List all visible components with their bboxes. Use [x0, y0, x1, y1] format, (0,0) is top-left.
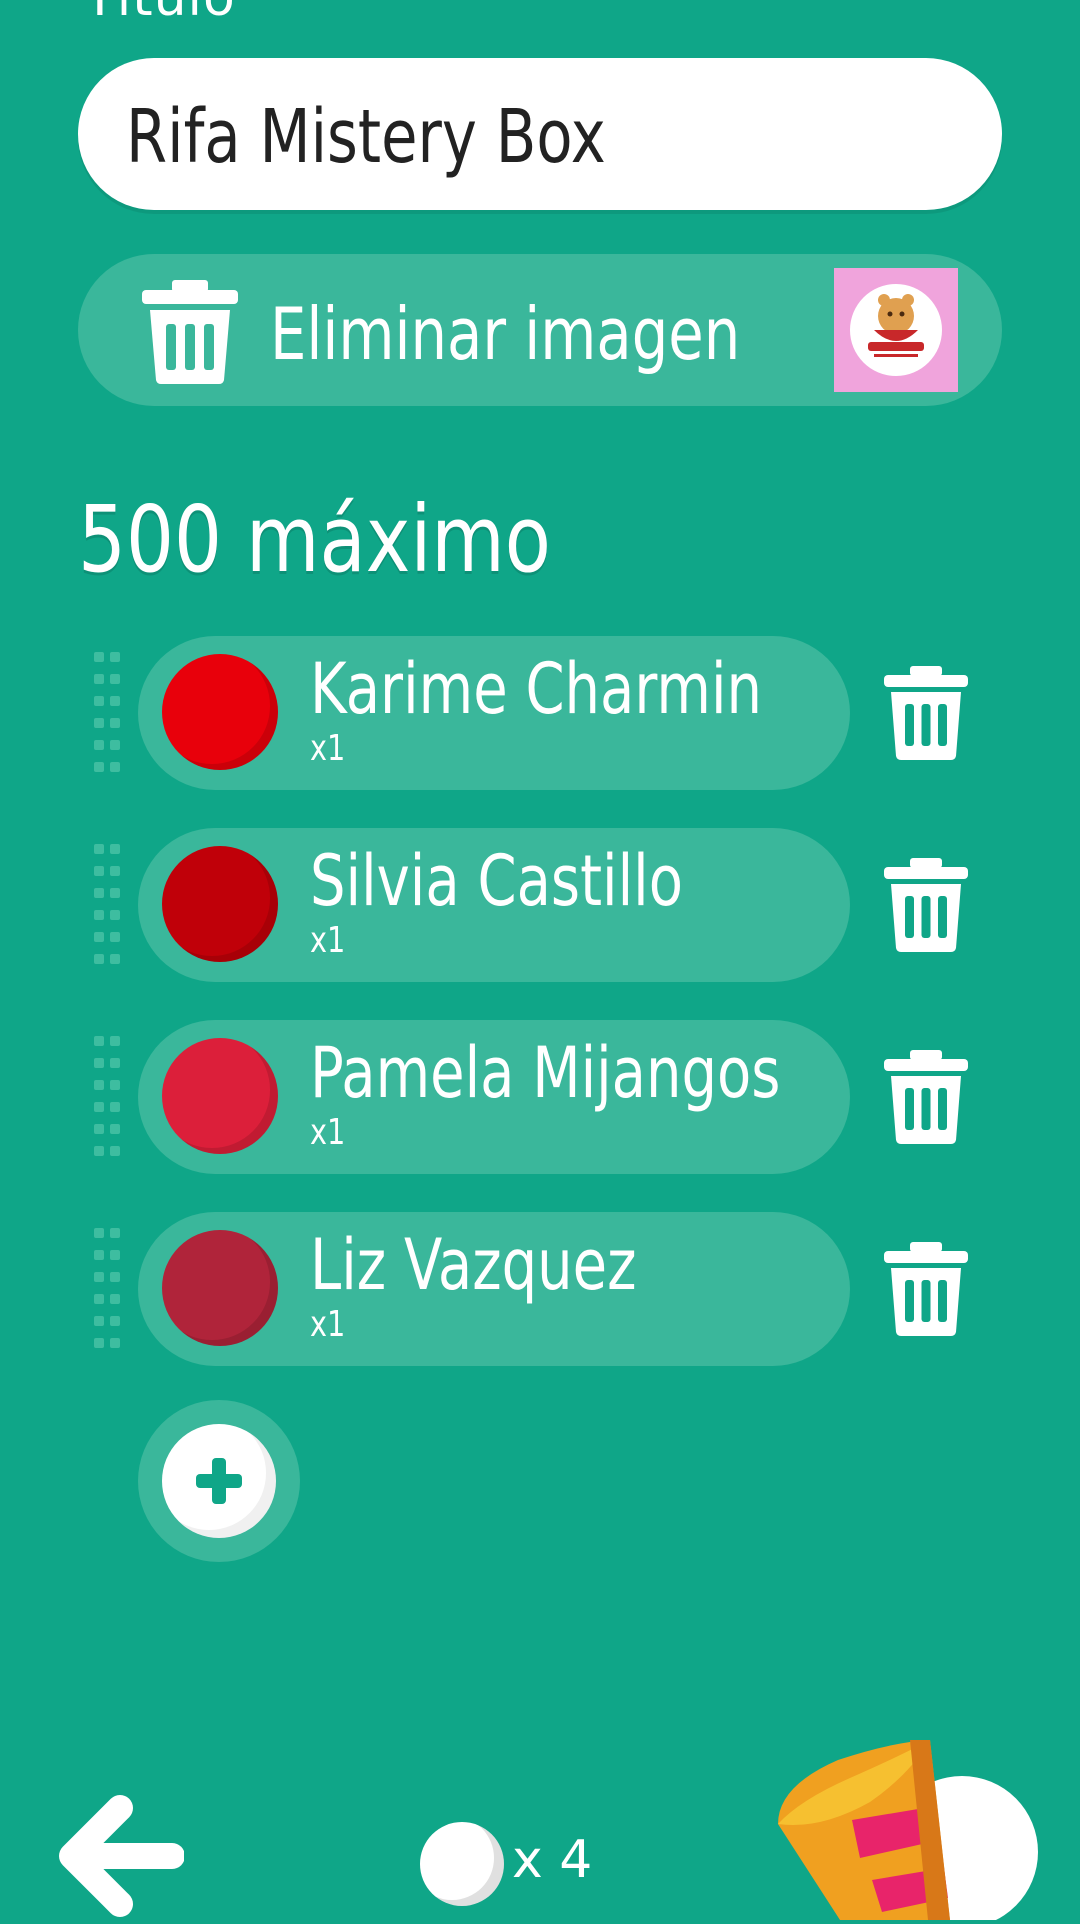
participant-pill[interactable]: Silvia Castillo x1 — [138, 828, 850, 982]
plus-icon — [196, 1458, 242, 1504]
max-participants-label: 500 máximo — [78, 486, 551, 593]
drag-handle[interactable] — [90, 1228, 126, 1352]
drag-handle[interactable] — [90, 844, 126, 968]
launch-raffle-button[interactable] — [760, 1730, 1080, 1924]
participant-color-dot[interactable] — [162, 1038, 278, 1154]
participant-row: Karime Charmin x1 — [90, 636, 850, 790]
title-input[interactable]: Rifa Mistery Box — [78, 58, 1002, 210]
ball-icon — [420, 1822, 504, 1906]
title-section-label: Título — [84, 0, 236, 28]
delete-participant-icon[interactable] — [884, 1242, 968, 1336]
raffle-image-thumbnail — [834, 268, 958, 392]
participant-pill[interactable]: Karime Charmin x1 — [138, 636, 850, 790]
party-popper-icon — [778, 1740, 1038, 1924]
add-participant-button[interactable] — [138, 1400, 300, 1562]
arrow-left-icon[interactable] — [54, 1790, 184, 1920]
participant-pill[interactable]: Pamela Mijangos x1 — [138, 1020, 850, 1174]
title-input-value: Rifa Mistery Box — [126, 94, 606, 180]
add-button-circle — [162, 1424, 276, 1538]
remove-image-label: Eliminar imagen — [270, 292, 741, 376]
participant-count: x1 — [310, 1112, 346, 1153]
participant-name: Silvia Castillo — [310, 840, 683, 922]
drag-handle[interactable] — [90, 652, 126, 776]
drag-handle[interactable] — [90, 1036, 126, 1160]
participant-name: Pamela Mijangos — [310, 1032, 781, 1114]
delete-participant-icon[interactable] — [884, 858, 968, 952]
ball-count-text: x 4 — [512, 1830, 593, 1890]
ball-count-indicator: x 4 — [420, 1822, 620, 1912]
participant-color-dot[interactable] — [162, 654, 278, 770]
participant-row: Liz Vazquez x1 — [90, 1212, 850, 1366]
participant-row: Pamela Mijangos x1 — [90, 1020, 850, 1174]
delete-participant-icon[interactable] — [884, 1050, 968, 1144]
shop-logo-image — [834, 268, 958, 392]
participant-row: Silvia Castillo x1 — [90, 828, 850, 982]
participant-color-dot[interactable] — [162, 846, 278, 962]
participant-color-dot[interactable] — [162, 1230, 278, 1346]
participant-count: x1 — [310, 1304, 346, 1345]
remove-image-button[interactable]: Eliminar imagen — [78, 254, 1002, 406]
trash-icon — [142, 280, 238, 384]
participant-pill[interactable]: Liz Vazquez x1 — [138, 1212, 850, 1366]
participant-name: Karime Charmin — [310, 648, 762, 730]
participant-count: x1 — [310, 728, 346, 769]
delete-participant-icon[interactable] — [884, 666, 968, 760]
participant-count: x1 — [310, 920, 346, 961]
participant-name: Liz Vazquez — [310, 1224, 637, 1306]
